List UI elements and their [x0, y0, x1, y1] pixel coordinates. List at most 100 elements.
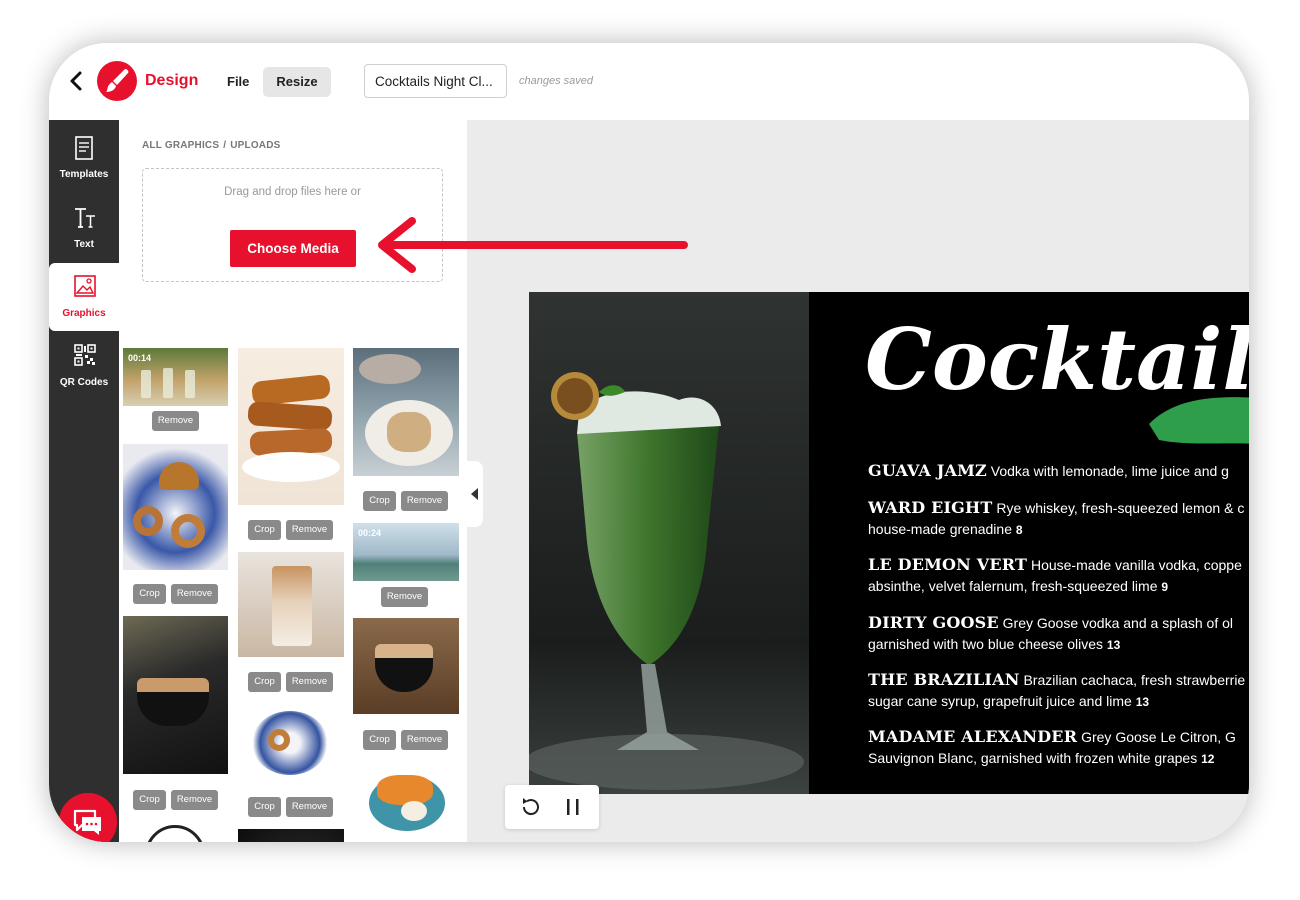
text-icon — [75, 208, 95, 228]
menu-item: GUAVA JAMZ Vodka with lemonade, lime jui… — [868, 460, 1249, 482]
menu-title: Cocktails — [865, 310, 1249, 409]
crop-button[interactable]: Crop — [363, 491, 396, 511]
menu-panel: Cocktails GUAVA JAMZ Vodka with lemonade… — [809, 292, 1249, 794]
graphics-icon — [74, 275, 96, 297]
tool-rail: Templates Text Graphics QR Codes — [49, 120, 119, 842]
crop-button[interactable]: Crop — [248, 797, 281, 817]
upload-image-fried-chicken[interactable] — [353, 761, 459, 841]
video-duration: 00:14 — [128, 353, 152, 363]
chat-button[interactable] — [59, 793, 117, 842]
crop-button[interactable]: Crop — [133, 790, 166, 810]
upload-dropzone[interactable]: Drag and drop files here or Choose Media — [142, 168, 443, 282]
breadcrumb-separator: / — [223, 140, 227, 151]
upload-video-cocktails[interactable]: 00:14 — [123, 348, 228, 406]
chat-icon — [73, 809, 101, 835]
upload-image-latte-black[interactable] — [123, 616, 228, 774]
menu-item-desc: Grey Goose Le Citron, G — [1081, 729, 1236, 745]
brand-logo[interactable] — [97, 61, 137, 101]
menu-item-name: LE DEMON VERT — [868, 555, 1028, 574]
qr-code-icon — [74, 344, 96, 366]
menu-item: LE DEMON VERT House-made vanilla vodka, … — [868, 554, 1249, 598]
upload-image-iced-coffee[interactable] — [238, 552, 344, 657]
menu-item-desc: absinthe, velvet falernum, fresh-squeeze… — [868, 578, 1158, 594]
menu-item: WARD EIGHT Rye whiskey, fresh-squeezed l… — [868, 497, 1249, 541]
menu-item-name: DIRTY GOOSE — [868, 613, 999, 632]
video-duration: 00:24 — [358, 528, 382, 538]
upload-image-onion-rings[interactable] — [238, 703, 344, 781]
rail-label-graphics: Graphics — [62, 308, 106, 319]
menu-item-price: 12 — [1201, 752, 1215, 766]
rail-label-templates: Templates — [59, 169, 109, 180]
upload-image-fort-logo[interactable] — [123, 821, 228, 842]
menu-item-price: 13 — [1135, 695, 1150, 709]
upload-image-burger[interactable] — [123, 444, 228, 570]
collapse-left-icon — [471, 488, 478, 500]
app-window: Design File Resize changes saved Templat… — [49, 43, 1249, 842]
upload-image-coffee-beans[interactable] — [238, 829, 344, 842]
menu-item: DIRTY GOOSE Grey Goose vodka and a splas… — [868, 612, 1249, 656]
remove-button[interactable]: Remove — [286, 520, 333, 540]
menu-item-desc: house-made grenadine — [868, 521, 1012, 537]
uploads-panel: ALL GRAPHICS / UPLOADS Drag and drop files… — [119, 120, 467, 842]
upload-image-biscuits-gravy[interactable] — [353, 348, 459, 476]
dropzone-text: Drag and drop files here or — [224, 186, 361, 198]
remove-button[interactable]: Remove — [401, 491, 448, 511]
menu-item-price: 8 — [1015, 523, 1023, 537]
menu-item-desc: Vodka with lemonade, lime juice and g — [990, 463, 1229, 479]
menu-item: MADAME ALEXANDER Grey Goose Le Citron, G… — [868, 726, 1249, 770]
file-menu[interactable]: File — [217, 67, 259, 97]
menu-item-price: 9 — [1161, 580, 1169, 594]
paintbrush-icon — [106, 68, 129, 92]
document-title-input[interactable] — [364, 64, 507, 98]
design-canvas[interactable]: Cocktails GUAVA JAMZ Vodka with lemonade… — [529, 292, 1249, 794]
menu-item-name: MADAME ALEXANDER — [868, 727, 1078, 746]
pause-icon[interactable] — [563, 795, 583, 819]
menu-item: THE BRAZILIAN Brazilian cachaca, fresh s… — [868, 669, 1249, 713]
breadcrumb: ALL GRAPHICS / UPLOADS — [142, 140, 281, 151]
remove-button[interactable]: Remove — [152, 411, 199, 431]
choose-media-button[interactable]: Choose Media — [230, 230, 356, 267]
remove-button[interactable]: Remove — [401, 730, 448, 750]
remove-button[interactable]: Remove — [171, 790, 218, 810]
rail-label-text: Text — [74, 239, 94, 250]
panel-collapse-toggle[interactable] — [467, 461, 483, 527]
crop-button[interactable]: Crop — [248, 520, 281, 540]
remove-button[interactable]: Remove — [286, 797, 333, 817]
menu-item-desc: Sauvignon Blanc, garnished with frozen w… — [868, 750, 1198, 766]
resize-button[interactable]: Resize — [263, 67, 331, 97]
upload-video-ocean[interactable]: 00:24 — [353, 523, 459, 581]
menu-item-desc: Grey Goose vodka and a splash of ol — [1002, 615, 1234, 631]
crop-button[interactable]: Crop — [248, 672, 281, 692]
rail-item-text[interactable]: Text — [49, 194, 119, 262]
templates-icon — [75, 136, 93, 160]
cocktail-photo — [529, 292, 809, 794]
remove-button[interactable]: Remove — [381, 587, 428, 607]
top-bar: Design File Resize changes saved — [49, 43, 1249, 120]
menu-item-desc: sugar cane syrup, grapefruit juice and l… — [868, 693, 1132, 709]
menu-item-name: WARD EIGHT — [868, 498, 993, 517]
menu-item-desc: Rye whiskey, fresh-squeezed lemon & c — [996, 500, 1245, 516]
brand-name: Design — [145, 72, 199, 89]
upload-image-french-toast[interactable] — [238, 348, 344, 505]
replay-icon[interactable] — [519, 795, 543, 819]
crop-button[interactable]: Crop — [363, 730, 396, 750]
menu-item-desc: garnished with two blue cheese olives — [868, 636, 1104, 652]
crop-button[interactable]: Crop — [133, 584, 166, 604]
back-button[interactable] — [65, 69, 89, 93]
remove-button[interactable]: Remove — [286, 672, 333, 692]
menu-item-price: 13 — [1106, 638, 1121, 652]
rail-item-templates[interactable]: Templates — [49, 124, 119, 192]
remove-button[interactable]: Remove — [171, 584, 218, 604]
breadcrumb-uploads: UPLOADS — [230, 140, 281, 151]
upload-image-latte-art[interactable] — [353, 618, 459, 714]
breadcrumb-all-graphics[interactable]: ALL GRAPHICS — [142, 140, 219, 151]
chevron-left-icon — [70, 71, 82, 91]
menu-item-desc: House-made vanilla vodka, coppe — [1030, 557, 1242, 573]
menu-item-name: GUAVA JAMZ — [868, 461, 987, 480]
rail-item-qr-codes[interactable]: QR Codes — [49, 332, 119, 400]
rail-label-qr-codes: QR Codes — [59, 377, 109, 388]
rail-item-graphics[interactable]: Graphics — [49, 263, 119, 331]
save-status: changes saved — [519, 75, 593, 87]
menu-item-desc: Brazilian cachaca, fresh strawberrie — [1023, 672, 1246, 688]
playback-controls — [505, 785, 599, 829]
